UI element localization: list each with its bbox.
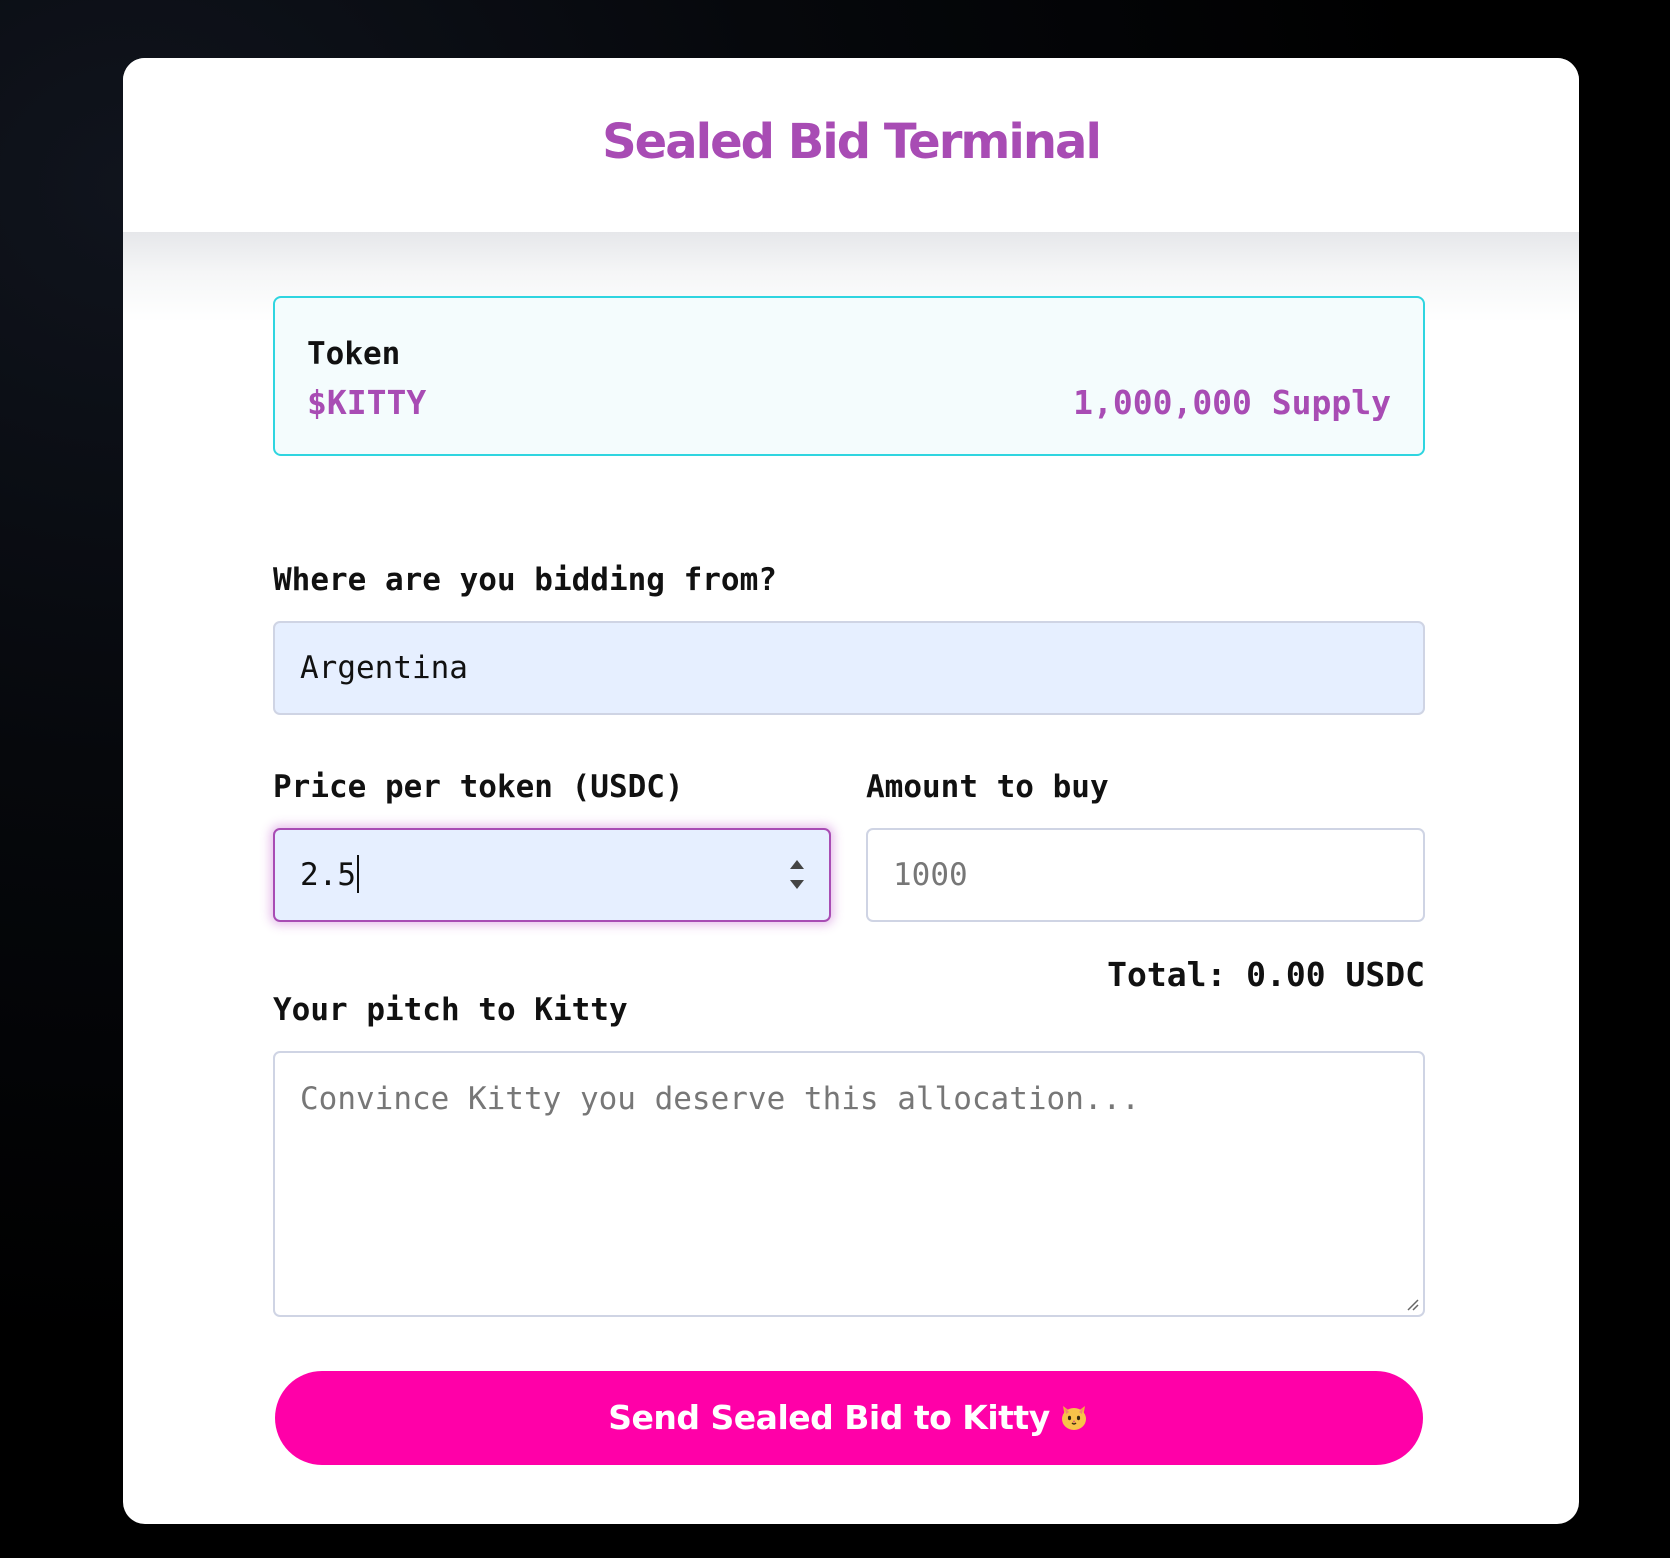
cat-face-icon bbox=[1061, 1405, 1086, 1430]
number-stepper[interactable] bbox=[787, 858, 807, 896]
send-bid-button[interactable]: Send Sealed Bid to Kitty bbox=[275, 1371, 1423, 1465]
price-input[interactable]: 2.5 bbox=[273, 828, 831, 922]
price-label: Price per token (USDC) bbox=[273, 769, 684, 805]
bid-card: Sealed Bid Terminal Token $KITTY 1,000,0… bbox=[123, 58, 1579, 1524]
token-name: $KITTY bbox=[307, 383, 427, 422]
token-info-box: Token $KITTY 1,000,000 Supply bbox=[273, 296, 1425, 456]
text-caret bbox=[357, 854, 359, 893]
pitch-placeholder: Convince Kitty you deserve this allocati… bbox=[300, 1081, 1140, 1117]
token-supply: 1,000,000 Supply bbox=[1073, 383, 1391, 422]
amount-input[interactable]: 1000 bbox=[866, 828, 1425, 922]
location-field[interactable]: Argentina bbox=[273, 621, 1425, 715]
card-header: Sealed Bid Terminal bbox=[123, 58, 1579, 232]
stepper-up-icon[interactable] bbox=[790, 860, 804, 869]
location-value: Argentina bbox=[300, 650, 468, 686]
send-bid-label: Send Sealed Bid to Kitty bbox=[608, 1398, 1050, 1437]
page-title: Sealed Bid Terminal bbox=[602, 114, 1102, 170]
amount-label: Amount to buy bbox=[866, 769, 1109, 805]
amount-placeholder: 1000 bbox=[893, 857, 968, 893]
price-value: 2.5 bbox=[300, 857, 356, 893]
total-text: Total: 0.00 USDC bbox=[1107, 955, 1425, 994]
resize-handle-icon[interactable] bbox=[1405, 1297, 1419, 1311]
pitch-label: Your pitch to Kitty bbox=[273, 992, 628, 1028]
token-label: Token bbox=[307, 336, 401, 372]
stepper-down-icon[interactable] bbox=[790, 880, 804, 889]
pitch-textarea[interactable]: Convince Kitty you deserve this allocati… bbox=[273, 1051, 1425, 1317]
location-label: Where are you bidding from? bbox=[273, 562, 777, 598]
